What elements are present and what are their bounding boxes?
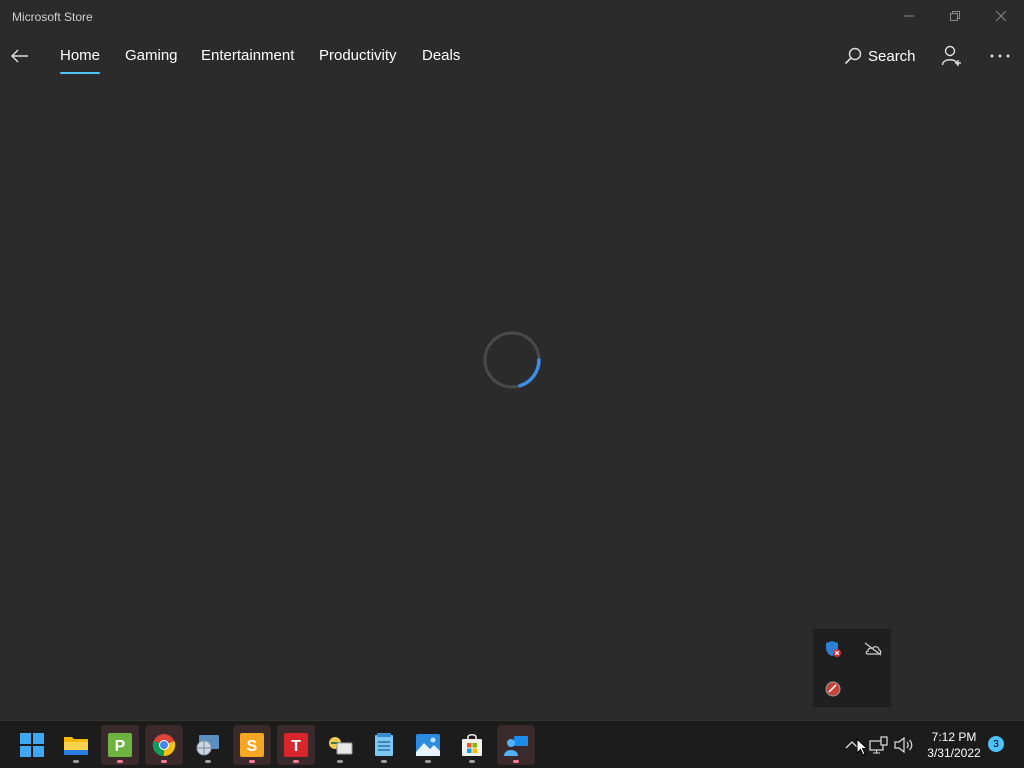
defender-warning-icon[interactable] — [823, 639, 843, 659]
taskbar-s-app[interactable]: S — [233, 725, 271, 765]
taskbar-network-app[interactable] — [189, 725, 227, 765]
minimize-icon — [904, 15, 914, 17]
volume-button[interactable] — [894, 735, 914, 755]
tab-deals[interactable]: Deals — [422, 47, 460, 64]
tab-entertainment[interactable]: Entertainment — [201, 47, 294, 64]
t-app-icon: T — [284, 733, 308, 757]
running-indicator — [205, 760, 211, 763]
app-red-circle-icon[interactable] — [823, 679, 843, 699]
notepad-icon — [375, 733, 393, 756]
more-ellipsis-icon — [990, 54, 1010, 58]
start-button[interactable] — [13, 725, 51, 765]
remote-support-icon — [504, 736, 528, 756]
taskbar-photo-viewer[interactable] — [321, 725, 359, 765]
restore-button[interactable] — [932, 0, 978, 32]
network-button[interactable] — [869, 735, 889, 755]
running-indicator — [513, 760, 519, 763]
loading-spinner-icon — [483, 331, 541, 389]
tab-gaming[interactable]: Gaming — [125, 47, 178, 64]
notification-count-badge[interactable]: 3 — [988, 736, 1004, 752]
taskbar-remote-app[interactable] — [497, 725, 535, 765]
more-options-button[interactable] — [986, 44, 1014, 68]
app-title: Microsoft Store — [12, 10, 93, 24]
back-arrow-icon — [11, 49, 28, 63]
windows-start-icon — [20, 733, 44, 757]
p-app-icon: P — [108, 733, 132, 757]
top-navigation: Home Gaming Entertainment Productivity D… — [0, 34, 1024, 82]
running-indicator — [293, 760, 299, 763]
taskbar-p-app[interactable]: P — [101, 725, 139, 765]
close-icon — [996, 11, 1006, 21]
network-icon — [869, 736, 888, 754]
microsoft-store-window: Microsoft Store Home Gaming Entertainmen… — [0, 0, 1024, 720]
volume-icon — [894, 737, 913, 753]
s-app-icon: S — [240, 733, 264, 757]
chrome-icon — [152, 734, 176, 757]
running-indicator — [381, 760, 387, 763]
title-bar[interactable]: Microsoft Store — [0, 0, 1024, 34]
minimize-button[interactable] — [886, 0, 932, 32]
running-indicator — [425, 760, 431, 763]
photo-folder-icon — [329, 737, 353, 755]
folder-icon — [64, 737, 88, 755]
tab-home[interactable]: Home — [60, 47, 101, 74]
clock[interactable]: 7:12 PM 3/31/2022 — [922, 729, 986, 761]
svg-text:P: P — [115, 738, 126, 755]
tab-productivity[interactable]: Productivity — [319, 47, 397, 64]
taskbar-chrome[interactable] — [145, 725, 183, 765]
running-indicator — [73, 760, 79, 763]
running-indicator — [161, 760, 167, 763]
taskbar-photos[interactable] — [409, 725, 447, 765]
store-bag-icon — [462, 733, 482, 756]
running-indicator — [117, 760, 123, 763]
restore-icon — [950, 11, 960, 21]
clock-time: 7:12 PM — [931, 730, 977, 744]
taskbar: P S T 7:12 PM 3/31/2022 3 — [0, 720, 1024, 768]
taskbar-notepad[interactable] — [365, 725, 403, 765]
taskbar-microsoft-store[interactable] — [453, 725, 491, 765]
running-indicator — [469, 760, 475, 763]
close-button[interactable] — [978, 0, 1024, 32]
add-account-icon — [941, 45, 961, 66]
running-indicator — [249, 760, 255, 763]
svg-text:S: S — [247, 738, 258, 755]
svg-text:T: T — [291, 738, 301, 755]
search-button[interactable]: Search — [844, 44, 916, 68]
account-button[interactable] — [940, 44, 964, 68]
taskbar-t-app[interactable]: T — [277, 725, 315, 765]
back-button[interactable] — [6, 42, 34, 70]
tray-overflow-flyout — [812, 628, 892, 708]
running-indicator — [337, 760, 343, 763]
globe-monitor-icon — [196, 735, 219, 756]
onedrive-offline-icon[interactable] — [863, 639, 883, 659]
search-label: Search — [868, 47, 916, 65]
search-icon — [844, 47, 862, 65]
photos-icon — [416, 734, 440, 756]
mouse-cursor-icon — [856, 738, 868, 756]
taskbar-file-explorer[interactable] — [57, 725, 95, 765]
clock-date: 3/31/2022 — [927, 746, 981, 760]
